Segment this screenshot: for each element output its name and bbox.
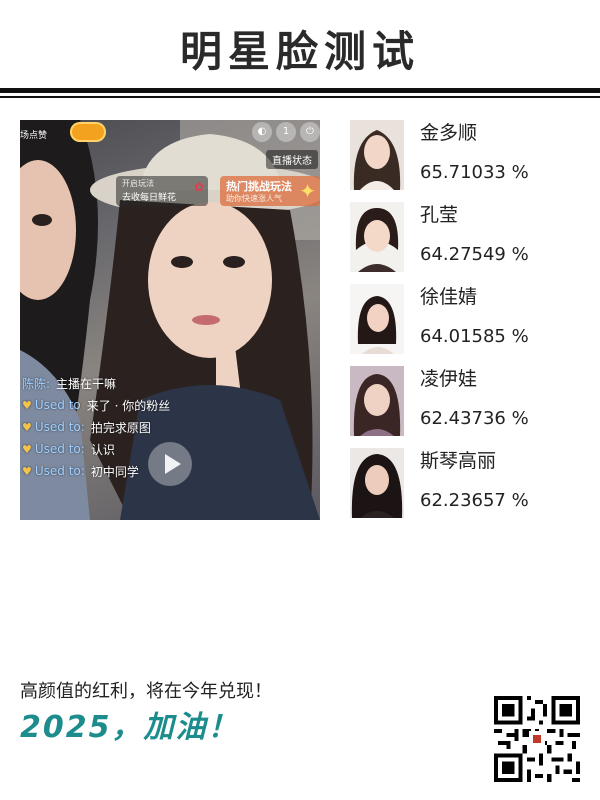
- chat-text: 拍完求原图: [90, 420, 151, 435]
- live-status-chip[interactable]: 直播状态: [266, 150, 318, 169]
- chat-message: ♥ Used to: 认识: [22, 438, 222, 460]
- viewer-avatar-icon[interactable]: ◐: [252, 122, 272, 142]
- result-item[interactable]: 凌伊娃 62.43736 %: [350, 366, 590, 448]
- result-item[interactable]: 孔莹 64.27549 %: [350, 202, 590, 284]
- chat-message: 陈陈: 主播在干嘛: [22, 372, 222, 394]
- result-item[interactable]: 金多顺 65.71033 %: [350, 120, 590, 202]
- similarity-score: 64.01585 %: [420, 326, 529, 347]
- chat-text: 主播在干嘛: [56, 376, 117, 391]
- chat-text: 来了 · 你的粉丝: [86, 398, 171, 413]
- viewer-count-icon[interactable]: 1: [276, 122, 296, 142]
- celebrity-photo: [350, 366, 404, 436]
- similarity-score: 62.43736 %: [420, 408, 529, 429]
- rose-icon: ✿: [193, 180, 204, 194]
- header: 明星脸测试: [0, 0, 600, 100]
- result-item[interactable]: 斯琴高丽 62.23657 %: [350, 448, 590, 530]
- header-divider-thin: [0, 96, 600, 98]
- celebrity-photo: [350, 284, 404, 354]
- heart-icon: ♥: [22, 398, 32, 412]
- celebrity-name: 凌伊娃: [420, 368, 478, 390]
- celebrity-photo: [350, 448, 404, 518]
- qr-code[interactable]: [494, 696, 580, 782]
- chat-message: ♥ Used to: 拍完求原图: [22, 416, 222, 438]
- chat-message: ♥ Used to 来了 · 你的粉丝: [22, 394, 222, 416]
- chat-text: 初中同学: [90, 464, 139, 479]
- page-title: 明星脸测试: [179, 27, 420, 76]
- heart-icon: ♥: [22, 442, 32, 456]
- sparkle-star-icon: ✦: [299, 179, 316, 203]
- celebrity-photo: [350, 120, 404, 190]
- flower-task-card[interactable]: 开启玩法 去收每日鲜花 ✿: [116, 176, 208, 206]
- challenge-card-line2: 助你快速涨人气: [226, 194, 282, 203]
- coin-badge-icon: [70, 122, 106, 142]
- chat-user: Used to:: [34, 420, 85, 434]
- celebrity-photo: [350, 202, 404, 272]
- chat-text: 认识: [90, 442, 115, 457]
- footer-cheer: 2025，加油！: [20, 710, 240, 745]
- celebrity-name: 金多顺: [420, 122, 478, 144]
- challenge-card-line1: 热门挑战玩法: [226, 180, 292, 193]
- play-icon[interactable]: [148, 442, 192, 486]
- live-top-right-icons: ◐ 1 ⏻: [252, 122, 320, 142]
- flower-card-line1: 开启玩法: [122, 179, 154, 188]
- power-icon[interactable]: ⏻: [300, 122, 320, 142]
- chat-user: Used to:: [34, 442, 85, 456]
- celebrity-name: 徐佳婧: [420, 286, 478, 308]
- celebrity-name: 孔莹: [420, 204, 459, 226]
- live-like-label: 场点赞: [20, 131, 48, 141]
- celebrity-name: 斯琴高丽: [420, 450, 497, 472]
- result-item[interactable]: 徐佳婧 64.01585 %: [350, 284, 590, 366]
- flower-card-line2: 去收每日鲜花: [122, 193, 177, 203]
- chat-user: 陈陈:: [22, 376, 51, 391]
- chat-message: ♥ Used to: 初中同学: [22, 460, 222, 482]
- hot-challenge-card[interactable]: 热门挑战玩法 助你快速涨人气 ✦: [220, 176, 320, 206]
- footer-slogan: 高颜值的红利，将在今年兑现！: [20, 681, 272, 702]
- header-divider-thick: [0, 88, 600, 93]
- heart-icon: ♥: [22, 464, 32, 478]
- uploaded-photo: 场点赞 ◐ 1 ⏻ 直播状态 开启玩法 去收每日鲜花 ✿ 热门挑战玩法 助你快速…: [20, 120, 320, 520]
- live-chat-list: 陈陈: 主播在干嘛 ♥ Used to 来了 · 你的粉丝 ♥ Used to:…: [22, 372, 222, 482]
- similarity-score: 64.27549 %: [420, 244, 529, 265]
- similarity-score: 65.71033 %: [420, 162, 529, 183]
- heart-icon: ♥: [22, 420, 32, 434]
- chat-user: Used to: [34, 398, 81, 412]
- chat-user: Used to:: [34, 464, 85, 478]
- match-results-list: 金多顺 65.71033 % 孔莹 64.27549 % 徐佳婧 64.0158…: [350, 120, 590, 530]
- similarity-score: 62.23657 %: [420, 490, 529, 511]
